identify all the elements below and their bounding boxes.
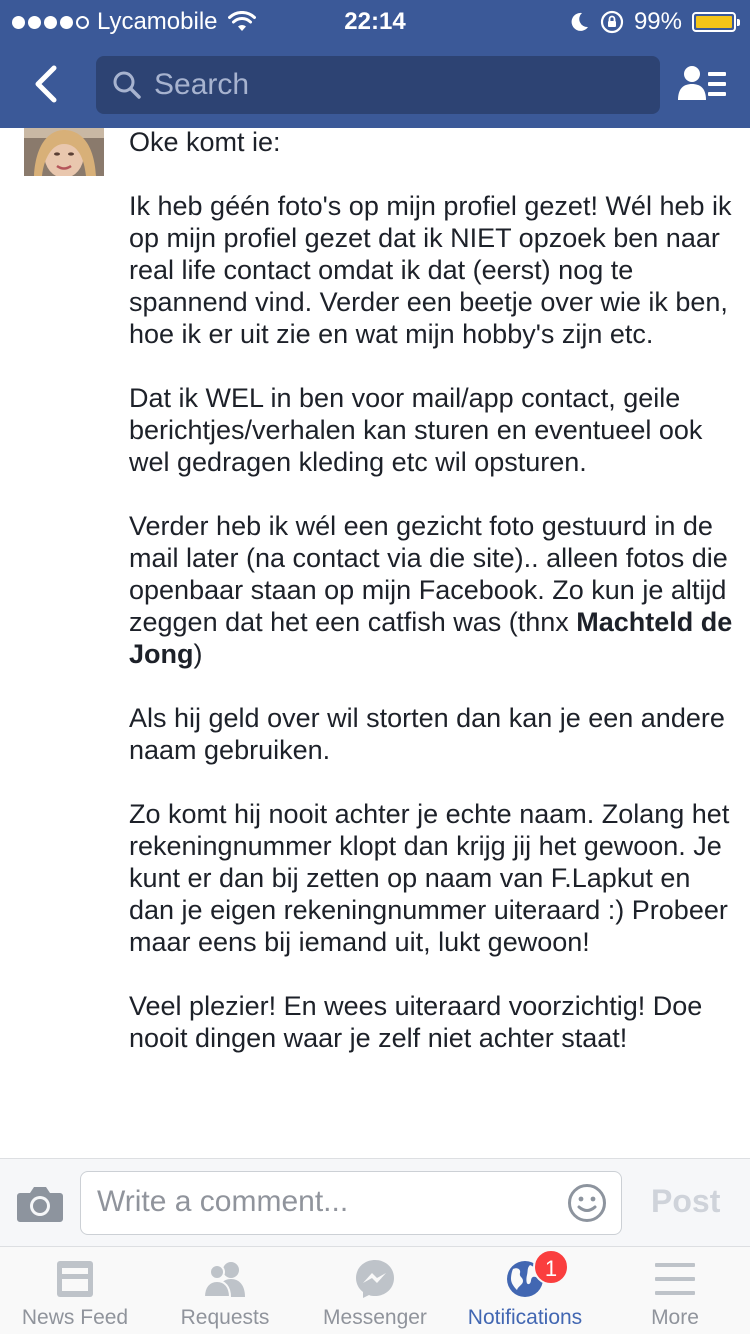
tab-requests[interactable]: Requests bbox=[150, 1247, 300, 1334]
nav-bar: Search bbox=[0, 40, 750, 128]
rotation-lock-icon bbox=[600, 10, 624, 34]
search-placeholder: Search bbox=[154, 68, 250, 101]
notification-badge: 1 bbox=[533, 1249, 569, 1285]
do-not-disturb-moon-icon bbox=[571, 12, 588, 31]
tab-messenger[interactable]: Messenger bbox=[300, 1247, 450, 1334]
comment-paragraph: Ik heb géén foto's op mijn profiel gezet… bbox=[129, 191, 732, 349]
tab-notifications[interactable]: 1 Notifications bbox=[450, 1247, 600, 1334]
avatar[interactable] bbox=[24, 128, 104, 176]
search-bar[interactable]: Search bbox=[96, 56, 660, 114]
tab-label: News Feed bbox=[21, 1306, 129, 1329]
comment-placeholder: Write a comment... bbox=[97, 1185, 349, 1218]
status-right: 99% bbox=[568, 8, 740, 36]
news-feed-icon bbox=[57, 1261, 93, 1297]
tab-label: Messenger bbox=[323, 1306, 427, 1329]
comment-paragraph: Dat ik WEL in ben voor mail/app contact,… bbox=[129, 383, 703, 477]
tab-more[interactable]: More bbox=[600, 1247, 750, 1334]
tab-label: Notifications bbox=[467, 1306, 583, 1329]
status-bar: Lycamobile 22:14 99% bbox=[0, 0, 750, 40]
comment-paragraph-with-mention: Verder heb ik wél een gezicht foto gestu… bbox=[129, 510, 739, 670]
comment-paragraph: Oke komt ie: bbox=[129, 128, 281, 157]
comment-paragraph: Veel plezier! En wees uiteraard voorzich… bbox=[129, 991, 703, 1053]
tab-bar: News Feed Requests Messenger 1 Notificat… bbox=[0, 1246, 750, 1334]
comment-paragraph: Zo komt hij nooit achter je echte naam. … bbox=[129, 799, 730, 957]
comment-thread: Oke komt ie: Ik heb géén foto's op mijn … bbox=[0, 128, 750, 1158]
comment-body: Oke komt ie: Ik heb géén foto's op mijn … bbox=[129, 128, 739, 1086]
friend-requests-icon bbox=[203, 1262, 245, 1298]
camera-icon[interactable] bbox=[16, 1183, 64, 1223]
back-arrow-icon[interactable] bbox=[26, 62, 66, 106]
comment-text: ) bbox=[193, 639, 203, 669]
battery-percentage: 99% bbox=[633, 8, 682, 35]
friends-list-icon[interactable] bbox=[678, 64, 728, 104]
comment-input[interactable]: Write a comment... bbox=[80, 1171, 622, 1235]
battery-level bbox=[696, 16, 732, 28]
battery-icon bbox=[692, 12, 740, 32]
tab-label: Requests bbox=[180, 1306, 270, 1329]
comment-paragraph: Als hij geld over wil storten dan kan je… bbox=[129, 703, 725, 765]
emoji-icon[interactable] bbox=[567, 1183, 607, 1223]
hamburger-menu-icon bbox=[655, 1263, 695, 1295]
post-button[interactable]: Post bbox=[651, 1183, 720, 1220]
messenger-icon bbox=[356, 1260, 394, 1298]
tab-news-feed[interactable]: News Feed bbox=[0, 1247, 150, 1334]
search-icon bbox=[113, 71, 141, 99]
comment-composer: Write a comment... Post bbox=[0, 1158, 750, 1246]
tab-label: More bbox=[651, 1306, 699, 1329]
